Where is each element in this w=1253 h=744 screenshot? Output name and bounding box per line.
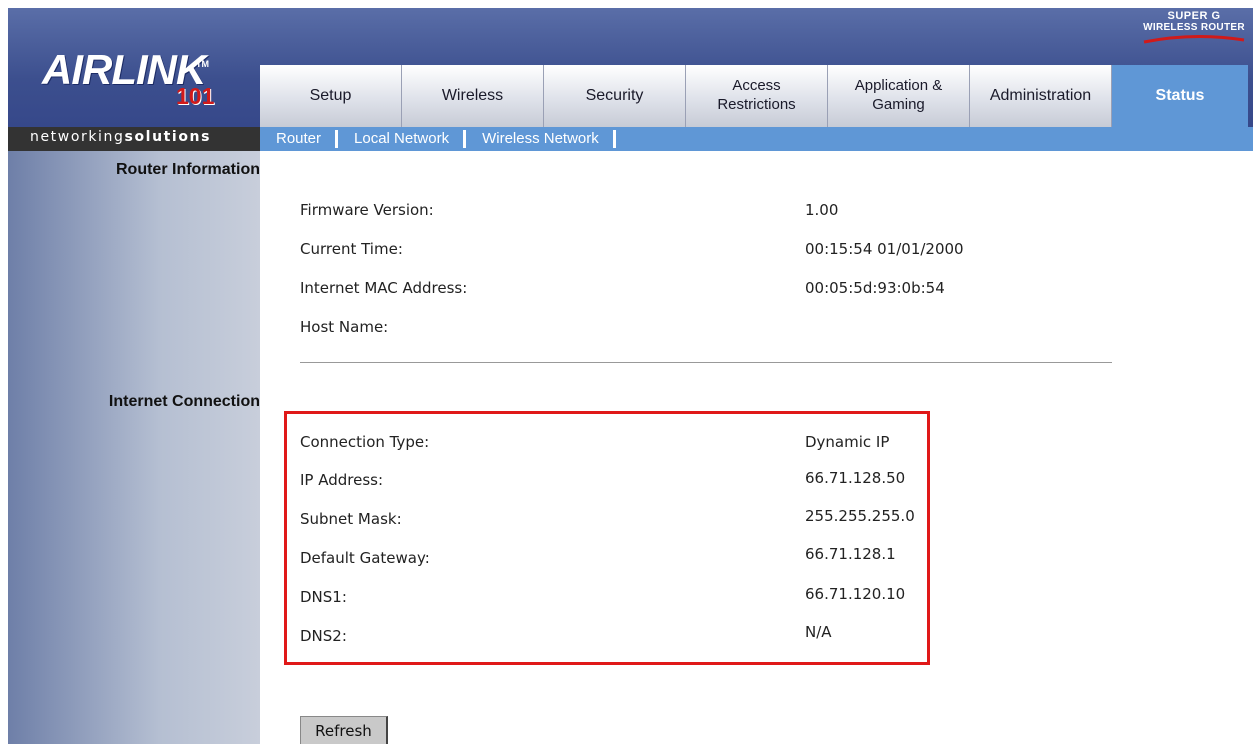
firmware-version-value: 1.00 xyxy=(805,201,839,219)
subnav-wireless-network[interactable]: Wireless Network xyxy=(466,130,616,148)
mac-address-label: Internet MAC Address: xyxy=(300,279,468,297)
host-name-label: Host Name: xyxy=(300,318,389,336)
section-divider xyxy=(300,362,1112,363)
refresh-button[interactable]: Refresh xyxy=(300,716,388,744)
tagline: networkingsolutions xyxy=(30,129,211,145)
tab-status[interactable]: Status xyxy=(1112,65,1248,127)
tab-administration[interactable]: Administration xyxy=(970,65,1112,127)
dns1-value: 66.71.120.10 xyxy=(805,585,906,603)
content-area: Firmware Version: 1.00 Current Time: 00:… xyxy=(260,151,1253,744)
sidebar: Router Information Internet Connection xyxy=(8,151,260,744)
swoosh-icon xyxy=(1143,34,1245,44)
tagline-light: networking xyxy=(30,129,125,145)
subnet-mask-value: 255.255.255.0 xyxy=(805,507,915,525)
subnav-router[interactable]: Router xyxy=(260,130,339,148)
logo-number: 101 xyxy=(176,83,215,109)
airlink-logo: AIRLINK TM 101 xyxy=(8,8,258,127)
logo-trademark: TM xyxy=(196,59,209,69)
section-router-information: Router Information xyxy=(116,161,260,178)
tab-security[interactable]: Security xyxy=(544,65,686,127)
tagline-bold: solutions xyxy=(124,129,212,145)
tab-setup[interactable]: Setup xyxy=(260,65,402,127)
tab-application-gaming[interactable]: Application & Gaming xyxy=(828,65,970,127)
connection-type-value: Dynamic IP xyxy=(805,433,890,451)
tab-wireless[interactable]: Wireless xyxy=(402,65,544,127)
router-admin-page: AIRLINK TM 101 SUPER G WIRELESS ROUTER S… xyxy=(8,8,1253,744)
product-line-1: SUPER G xyxy=(1167,10,1221,22)
connection-type-label: Connection Type: xyxy=(300,433,430,451)
product-line-2: WIRELESS ROUTER xyxy=(1143,22,1245,33)
firmware-version-label: Firmware Version: xyxy=(300,201,434,219)
section-internet-connection: Internet Connection xyxy=(108,393,260,410)
product-badge: SUPER G WIRELESS ROUTER xyxy=(1139,10,1249,51)
subnet-mask-label: Subnet Mask: xyxy=(300,510,402,528)
dns2-label: DNS2: xyxy=(300,627,347,645)
header-banner: AIRLINK TM 101 SUPER G WIRELESS ROUTER S… xyxy=(8,8,1253,127)
tagline-area: networkingsolutions xyxy=(8,127,260,151)
dns1-label: DNS1: xyxy=(300,588,347,606)
tab-access-restrictions[interactable]: Access Restrictions xyxy=(686,65,828,127)
mac-address-value: 00:05:5d:93:0b:54 xyxy=(805,279,945,297)
current-time-label: Current Time: xyxy=(300,240,403,258)
main-tabs: Setup Wireless Security Access Restricti… xyxy=(260,65,1248,127)
status-subnav: Router Local Network Wireless Network xyxy=(260,127,1253,151)
ip-address-value: 66.71.128.50 xyxy=(805,469,906,487)
ip-address-label: IP Address: xyxy=(300,471,384,489)
default-gateway-label: Default Gateway: xyxy=(300,549,430,567)
dns2-value: N/A xyxy=(805,623,832,641)
subnav-local-network[interactable]: Local Network xyxy=(338,130,467,148)
current-time-value: 00:15:54 01/01/2000 xyxy=(805,240,964,258)
default-gateway-value: 66.71.128.1 xyxy=(805,545,896,563)
